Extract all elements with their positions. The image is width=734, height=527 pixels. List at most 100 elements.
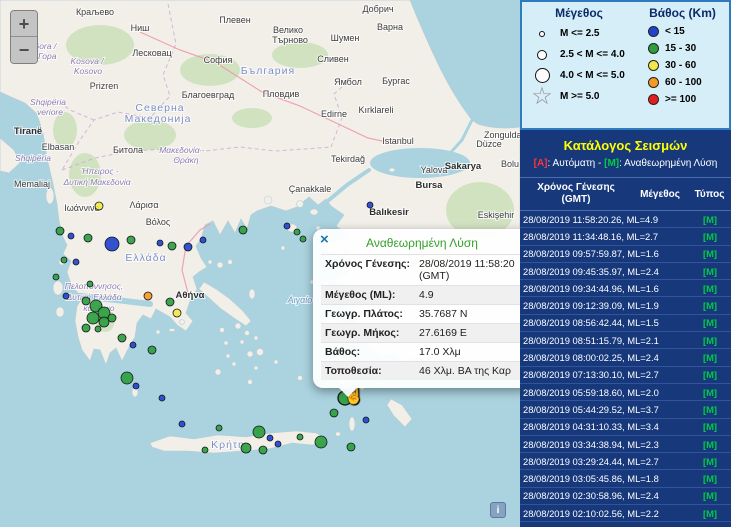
catalog-row[interactable]: 28/08/2019 05:44:29.52, ML=3.7[M] — [520, 401, 731, 418]
earthquake-marker[interactable] — [127, 236, 135, 244]
earthquake-marker[interactable] — [159, 395, 165, 401]
catalog-row[interactable]: 28/08/2019 11:58:20.26, ML=4.9[M] — [520, 211, 731, 228]
earthquake-marker[interactable] — [275, 441, 281, 447]
earthquake-marker[interactable] — [82, 324, 90, 332]
earthquake-marker[interactable] — [216, 425, 222, 431]
earthquake-marker[interactable] — [330, 409, 338, 417]
earthquake-marker[interactable] — [367, 202, 373, 208]
zoom-out-button[interactable]: − — [11, 37, 37, 63]
catalog-row[interactable]: 28/08/2019 08:56:42.44, ML=1.5[M] — [520, 315, 731, 332]
catalog-row[interactable]: 28/08/2019 08:51:15.79, ML=2.1[M] — [520, 332, 731, 349]
catalog-row-text: 28/08/2019 09:34:44.96, ML=1.6 — [520, 283, 689, 294]
earthquake-marker[interactable] — [130, 342, 136, 348]
earthquake-marker[interactable] — [61, 257, 67, 263]
catalog-row-type: [M] — [689, 456, 731, 467]
catalog-row-text: 28/08/2019 03:29:24.44, ML=2.7 — [520, 456, 689, 467]
popup-row-label: Χρόνος Γένεσης: — [321, 255, 415, 286]
earthquake-marker[interactable] — [99, 317, 109, 327]
catalog-row-text: 28/08/2019 07:13:30.10, ML=2.7 — [520, 369, 689, 380]
map-label: Δυτική Μακεδονία — [62, 177, 131, 187]
earthquake-marker[interactable] — [144, 292, 152, 300]
earthquake-marker[interactable] — [202, 447, 208, 453]
dot-icon — [648, 60, 659, 71]
earthquake-marker[interactable] — [363, 417, 369, 423]
catalog-row-type: [M] — [689, 490, 731, 501]
map-label: Tekirdağ — [331, 154, 365, 164]
depth-legend-label: 60 - 100 — [665, 77, 702, 88]
earthquake-marker[interactable] — [173, 309, 181, 317]
map-label: Bolu — [501, 159, 519, 169]
earthquake-marker[interactable] — [284, 223, 290, 229]
earthquake-marker[interactable] — [166, 298, 174, 306]
earthquake-marker[interactable] — [157, 240, 163, 246]
map-label: Битола — [113, 145, 143, 155]
map-label: Istanbul — [382, 136, 414, 146]
depth-legend-items: < 1515 - 3030 - 6060 - 100>= 100 — [636, 23, 729, 108]
earthquake-marker[interactable] — [297, 434, 303, 440]
earthquake-marker[interactable] — [63, 293, 69, 299]
earthquake-marker[interactable] — [300, 236, 306, 242]
zoom-in-button[interactable]: + — [11, 11, 37, 37]
earthquake-marker[interactable] — [73, 259, 79, 265]
map-label: Добрич — [362, 4, 393, 14]
catalog-row[interactable]: 28/08/2019 02:30:58.96, ML=2.4[M] — [520, 488, 731, 505]
earthquake-marker[interactable] — [108, 314, 116, 322]
catalog-row[interactable]: 28/08/2019 09:45:35.97, ML=2.4[M] — [520, 263, 731, 280]
earthquake-marker[interactable] — [315, 436, 327, 448]
catalog-row-type: [M] — [689, 214, 731, 225]
column-header-time: Χρόνος Γένεσης (GMT) — [520, 182, 632, 206]
earthquake-marker[interactable] — [84, 234, 92, 242]
earthquake-marker[interactable] — [118, 334, 126, 342]
depth-legend-label: 15 - 30 — [665, 43, 696, 54]
catalog-row[interactable]: 28/08/2019 09:57:59.87, ML=1.6[M] — [520, 246, 731, 263]
earthquake-marker[interactable] — [179, 421, 185, 427]
close-icon[interactable]: × — [320, 231, 329, 248]
earthquake-marker[interactable] — [267, 435, 273, 441]
earthquake-marker[interactable] — [95, 326, 101, 332]
earthquake-marker[interactable] — [200, 237, 206, 243]
earthquake-marker[interactable] — [253, 426, 265, 438]
earthquake-catalog: Κατάλογος Σεισμών [Α]: Αυτόματη - [Μ]: Α… — [520, 130, 731, 527]
dot-icon — [648, 26, 659, 37]
earthquake-marker[interactable] — [347, 443, 355, 451]
earthquake-marker[interactable] — [239, 226, 247, 234]
map-label: Βόλος — [146, 217, 171, 227]
earthquake-marker[interactable] — [105, 237, 119, 251]
catalog-row-text: 28/08/2019 02:30:58.96, ML=2.4 — [520, 490, 689, 501]
catalog-row[interactable]: 28/08/2019 01:55:15.87, ML=1.4[M] — [520, 522, 731, 527]
catalog-row[interactable]: 28/08/2019 09:34:44.96, ML=1.6[M] — [520, 280, 731, 297]
earthquake-marker[interactable] — [184, 243, 192, 251]
earthquake-marker[interactable] — [241, 443, 251, 453]
earthquake-marker[interactable] — [68, 233, 74, 239]
earthquake-marker[interactable] — [121, 372, 133, 384]
earthquake-marker[interactable] — [53, 274, 59, 280]
earthquake-marker[interactable] — [87, 281, 93, 287]
catalog-row[interactable]: 28/08/2019 09:12:39.09, ML=1.9[M] — [520, 297, 731, 314]
earthquake-marker[interactable] — [87, 312, 99, 324]
catalog-row[interactable]: 28/08/2019 03:34:38.94, ML=2.3[M] — [520, 436, 731, 453]
catalog-row[interactable]: 28/08/2019 04:31:10.33, ML=3.4[M] — [520, 419, 731, 436]
map-label: Elbasan — [42, 142, 75, 152]
catalog-row[interactable]: 28/08/2019 05:59:18.60, ML=2.0[M] — [520, 384, 731, 401]
map-label: България — [241, 65, 295, 77]
catalog-row[interactable]: 28/08/2019 02:10:02.56, ML=2.2[M] — [520, 505, 731, 522]
earthquake-marker[interactable] — [259, 446, 267, 454]
catalog-row[interactable]: 28/08/2019 03:05:45.86, ML=1.8[M] — [520, 470, 731, 487]
earthquake-marker[interactable] — [56, 227, 64, 235]
catalog-row[interactable]: 28/08/2019 11:34:48.16, ML=2.7[M] — [520, 228, 731, 245]
earthquake-marker[interactable] — [294, 229, 300, 235]
catalog-row[interactable]: 28/08/2019 08:00:02.25, ML=2.4[M] — [520, 349, 731, 366]
magnitude-legend-item: ☆M >= 5.0 — [522, 86, 636, 107]
earthquake-marker[interactable] — [168, 242, 176, 250]
earthquake-marker[interactable] — [133, 383, 139, 389]
catalog-row[interactable]: 28/08/2019 03:29:24.44, ML=2.7[M] — [520, 453, 731, 470]
map-label: Çanakkale — [289, 184, 332, 194]
earthquake-marker[interactable] — [95, 202, 103, 210]
earthquake-marker[interactable] — [148, 346, 156, 354]
map[interactable]: КраљевоНишПлевенВеликоТърновоШуменВарнаД… — [0, 0, 520, 527]
map-label: Sakarya — [445, 161, 482, 172]
earthquake-marker[interactable] — [82, 297, 90, 305]
info-button[interactable]: i — [490, 502, 506, 518]
catalog-row-type: [M] — [689, 508, 731, 519]
catalog-row[interactable]: 28/08/2019 07:13:30.10, ML=2.7[M] — [520, 367, 731, 384]
